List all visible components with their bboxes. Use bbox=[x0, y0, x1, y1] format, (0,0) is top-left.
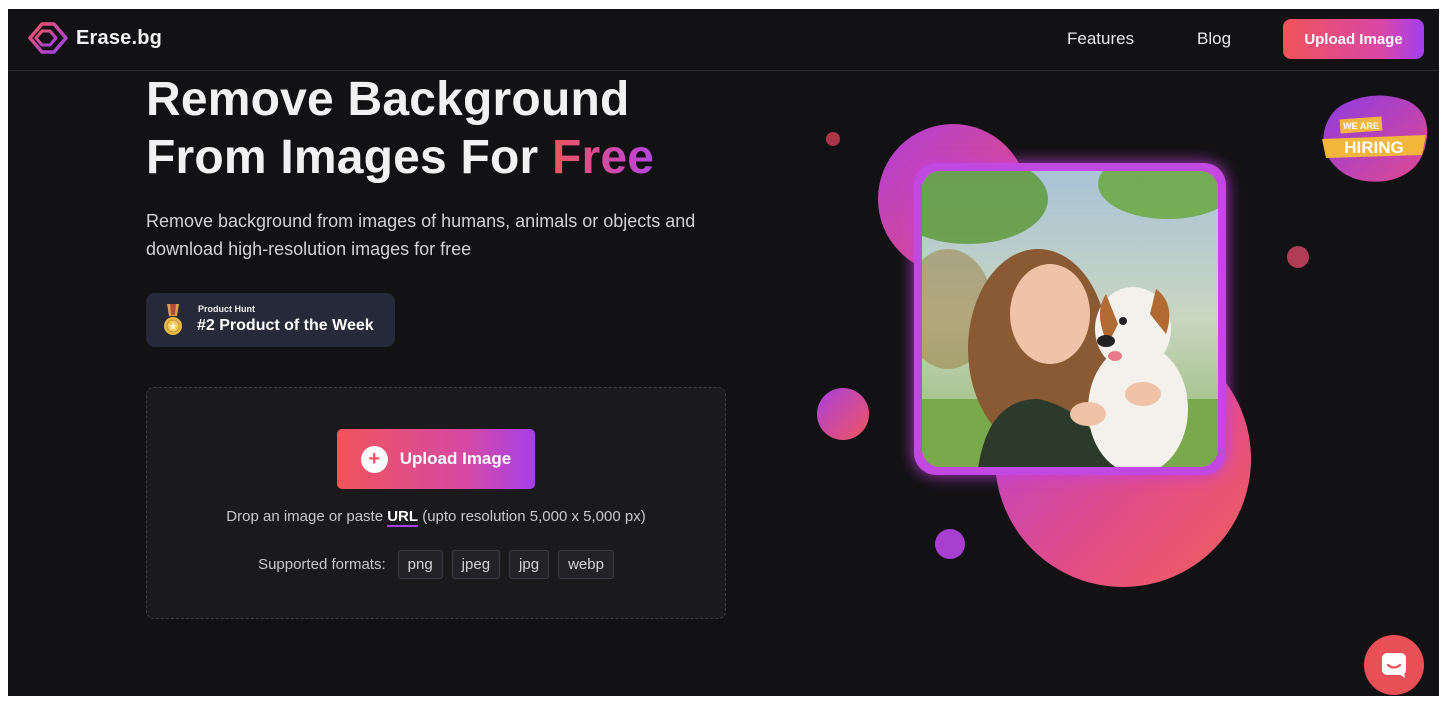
format-tag: webp bbox=[558, 550, 614, 579]
nav-features-link[interactable]: Features bbox=[1067, 29, 1134, 49]
chat-icon bbox=[1382, 653, 1406, 678]
medal-icon bbox=[164, 304, 182, 335]
hero-title: Remove Background From Images For Free bbox=[146, 71, 654, 187]
supported-formats: Supported formats: png jpeg jpg webp bbox=[147, 550, 725, 579]
upload-image-button[interactable]: + Upload Image bbox=[337, 429, 535, 489]
upload-drop-zone[interactable]: + Upload Image Drop an image or paste UR… bbox=[146, 387, 726, 619]
format-tag: jpg bbox=[509, 550, 550, 579]
upload-image-label: Upload Image bbox=[399, 449, 512, 468]
page-frame: Erase.bg Features Blog Upload Image Remo… bbox=[8, 9, 1439, 696]
decor-dot bbox=[1287, 246, 1309, 268]
we-are-hiring-badge[interactable]: WE ARE HIRING bbox=[1316, 91, 1432, 186]
hero-illustration bbox=[817, 124, 1309, 587]
hero-subtitle: Remove background from images of humans,… bbox=[146, 211, 696, 259]
format-tag: png bbox=[397, 550, 443, 579]
header-upload-button[interactable]: Upload Image bbox=[1283, 19, 1424, 59]
chat-widget-button[interactable] bbox=[1364, 635, 1424, 695]
plus-icon: + bbox=[360, 445, 388, 473]
product-hunt-rank: #2 Product of the Week bbox=[197, 317, 374, 334]
hero-title-highlight: Free bbox=[551, 131, 655, 184]
product-hunt-badge[interactable]: Product Hunt #2 Product of the Week bbox=[146, 293, 395, 347]
drop-instructions: Drop an image or paste URL (upto resolut… bbox=[147, 508, 725, 527]
nav-blog-link[interactable]: Blog bbox=[1197, 29, 1231, 49]
product-hunt-label: Product Hunt bbox=[198, 304, 255, 314]
photo-woman-dog bbox=[922, 171, 1218, 467]
decor-dot bbox=[935, 529, 965, 559]
hiring-line1: WE ARE bbox=[1343, 121, 1379, 131]
hiring-line2: HIRING bbox=[1344, 138, 1404, 157]
drop-suffix: (upto resolution 5,000 x 5,000 px) bbox=[418, 508, 646, 525]
formats-label: Supported formats: bbox=[258, 556, 386, 573]
erase-bg-logo-icon bbox=[28, 22, 68, 54]
paste-url-link[interactable]: URL bbox=[387, 508, 419, 527]
hero-title-line1: Remove Background bbox=[146, 73, 630, 126]
top-navbar: Erase.bg Features Blog Upload Image bbox=[8, 9, 1439, 71]
format-tag: jpeg bbox=[451, 550, 501, 579]
hero-title-line2: From Images For bbox=[146, 131, 552, 184]
drop-prefix: Drop an image or paste bbox=[226, 508, 388, 525]
decor-dot bbox=[826, 132, 840, 146]
logo[interactable]: Erase.bg bbox=[28, 22, 162, 54]
decor-circle-left bbox=[817, 388, 869, 440]
logo-text: Erase.bg bbox=[76, 26, 163, 49]
